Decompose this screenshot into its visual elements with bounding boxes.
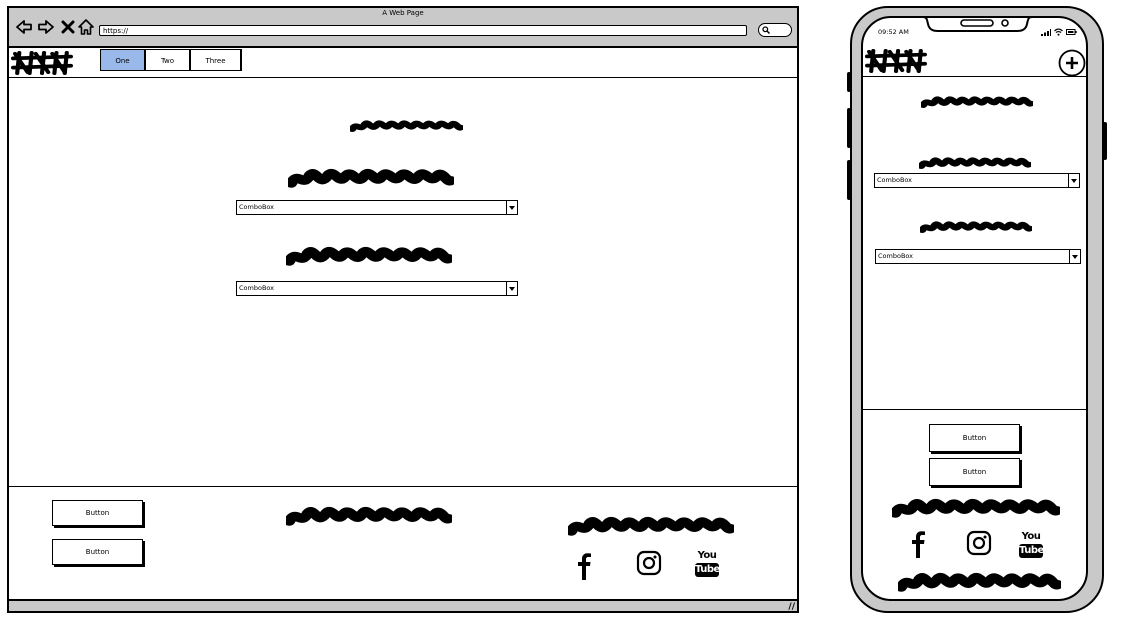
phone-combobox-1-value: ComboBox xyxy=(877,176,913,184)
footer-text-placeholder xyxy=(286,503,452,529)
instagram-icon[interactable] xyxy=(966,530,992,556)
plus-icon[interactable] xyxy=(1058,49,1086,77)
search-icon xyxy=(762,26,770,34)
phone-footer-divider xyxy=(863,409,1086,410)
combobox-2-value: ComboBox xyxy=(239,284,275,292)
phone-footer-text-placeholder xyxy=(898,569,1061,595)
footer-button-2[interactable]: Button xyxy=(52,539,143,565)
footer-text-placeholder xyxy=(568,513,734,539)
phone-combobox-2[interactable]: ComboBox xyxy=(875,249,1081,264)
label-placeholder xyxy=(286,243,452,269)
phone-nav-divider xyxy=(863,76,1086,77)
facebook-icon[interactable] xyxy=(574,552,594,580)
phone-screen: 09:52 AM ComboBox ComboBox Button Button… xyxy=(861,16,1088,601)
signal-icon xyxy=(1041,29,1051,36)
label-placeholder xyxy=(920,219,1032,235)
phone-combobox-2-value: ComboBox xyxy=(878,252,914,260)
chevron-down-icon[interactable] xyxy=(506,201,517,214)
footer-divider xyxy=(9,486,797,487)
youtube-icon[interactable]: You Tube xyxy=(1019,532,1044,562)
combobox-1[interactable]: ComboBox xyxy=(236,200,518,215)
close-icon[interactable] xyxy=(59,18,77,36)
browser-statusbar: // xyxy=(9,599,797,612)
heading-placeholder xyxy=(921,94,1033,110)
phone-combobox-1[interactable]: ComboBox xyxy=(874,173,1080,188)
instagram-icon[interactable] xyxy=(636,550,662,576)
phone-side-button xyxy=(1103,122,1107,160)
wifi-icon xyxy=(1054,28,1063,36)
window-title: A Web Page xyxy=(382,9,424,17)
combobox-1-value: ComboBox xyxy=(239,203,275,211)
tab-one[interactable]: One xyxy=(100,49,145,71)
site-navbar: One Two Three xyxy=(9,48,797,78)
chevron-down-icon[interactable] xyxy=(1069,250,1080,263)
phone-notch xyxy=(915,18,1040,32)
phone-button-2[interactable]: Button xyxy=(929,458,1020,486)
status-time: 09:52 AM xyxy=(878,28,909,36)
label-placeholder xyxy=(288,165,454,191)
tab-three[interactable]: Three xyxy=(190,49,242,71)
phone-footer-text-placeholder xyxy=(892,495,1060,521)
phone-button-1[interactable]: Button xyxy=(929,424,1020,452)
battery-icon xyxy=(1066,29,1077,35)
tab-two[interactable]: Two xyxy=(145,49,190,71)
chevron-down-icon[interactable] xyxy=(506,282,517,295)
phone-side-button xyxy=(847,72,851,92)
forward-arrow-icon[interactable] xyxy=(37,18,55,36)
browser-titlebar: A Web Page https:// xyxy=(9,8,797,48)
combobox-2[interactable]: ComboBox xyxy=(236,281,518,296)
footer-button-1[interactable]: Button xyxy=(52,500,143,526)
resize-grip[interactable]: // xyxy=(788,602,795,612)
heading-placeholder xyxy=(350,118,463,134)
youtube-icon[interactable]: You Tube xyxy=(695,551,720,581)
logo-placeholder-icon xyxy=(11,51,73,75)
url-input[interactable]: https:// xyxy=(99,25,747,36)
back-arrow-icon[interactable] xyxy=(15,18,33,36)
phone-side-button xyxy=(847,160,851,200)
facebook-icon[interactable] xyxy=(908,530,928,558)
logo-placeholder-icon xyxy=(865,49,927,73)
search-field[interactable] xyxy=(758,23,792,37)
home-icon[interactable] xyxy=(77,18,95,36)
label-placeholder xyxy=(919,155,1031,171)
browser-window: A Web Page https:// One Two Three ComboB… xyxy=(7,6,799,613)
chevron-down-icon[interactable] xyxy=(1068,174,1079,187)
phone-side-button xyxy=(847,108,851,148)
